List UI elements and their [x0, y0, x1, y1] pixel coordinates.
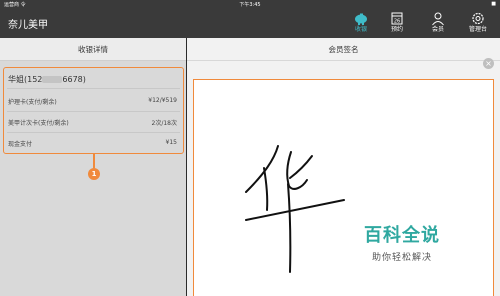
callout-line [93, 154, 95, 168]
clock: 下午3:45 [239, 2, 261, 8]
brand-title: 奈儿美甲 [8, 20, 48, 31]
gear-icon [472, 12, 484, 25]
calendar-icon: 26 [391, 12, 403, 25]
nav-booking[interactable]: 26 预约 [382, 11, 412, 37]
watermark: 百科全说 助你轻松解决 [364, 221, 440, 263]
battery-icon: ■ [491, 1, 496, 7]
payment-row: 美甲计次卡(支付/剩余) 2次/18次 [8, 120, 177, 127]
nav-cashier-label: 收银 [354, 26, 367, 33]
callout-badge: 1 [88, 168, 100, 180]
divider [7, 132, 180, 133]
nav-member[interactable]: 会员 [423, 11, 453, 37]
watermark-subtitle: 助你轻松解决 [371, 253, 432, 263]
payment-row: 护理卡(支付/剩余) ¥12/¥519 [8, 97, 177, 106]
signature-panel: 会员签名 × 百科全说 助你轻松解决 [187, 38, 500, 296]
panel-title: 会员签名 [187, 38, 500, 61]
divider [7, 111, 180, 112]
signature-canvas[interactable] [193, 79, 494, 296]
piggy-bank-icon [355, 13, 367, 25]
top-nav: 奈儿美甲 收银 26 预约 会员 管理台 [0, 9, 500, 38]
close-button[interactable]: × [483, 58, 494, 69]
svg-text:26: 26 [394, 19, 400, 25]
nav-cashier[interactable]: 收银 [346, 11, 376, 37]
nav-booking-label: 预约 [390, 26, 403, 33]
nav-admin[interactable]: 管理台 [463, 11, 493, 37]
nav-member-label: 会员 [431, 26, 444, 33]
watermark-title: 百科全说 [364, 225, 440, 246]
checkout-details-panel: 收银详情 华姐(152 6678) 护理卡(支付/剩余) ¥12/¥519 美甲计… [0, 38, 186, 296]
panel-title: 收银详情 [0, 38, 186, 61]
payment-row: 现金支付 ¥15 [8, 139, 177, 148]
status-bar: 运营商 令 下午3:45 ■ [0, 0, 500, 9]
payment-summary-card: 华姐(152 6678) 护理卡(支付/剩余) ¥12/¥519 美甲计次卡(支付… [3, 67, 184, 154]
divider [7, 88, 180, 89]
redacted-phone [42, 76, 63, 83]
customer-name: 华姐(152 6678) [8, 75, 86, 84]
signature-strokes [245, 145, 345, 273]
nav-admin-label: 管理台 [468, 26, 487, 33]
person-icon [432, 12, 444, 26]
